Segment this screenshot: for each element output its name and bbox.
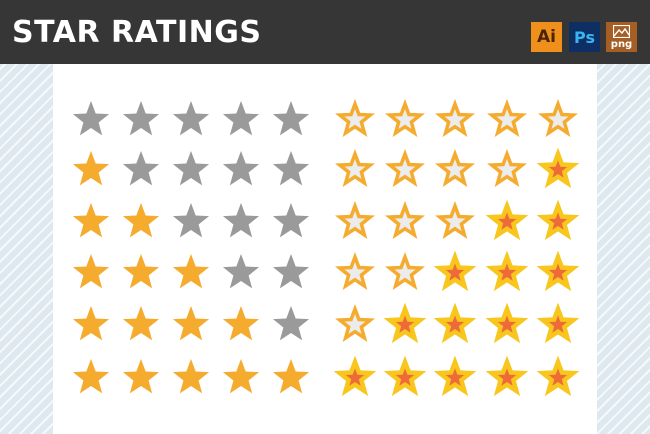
empty-star-icon xyxy=(172,151,210,186)
empty-outline-star-icon xyxy=(335,149,375,187)
filled-star-icon xyxy=(172,359,210,394)
empty-outline-star-icon xyxy=(487,99,527,137)
filled-star-icon xyxy=(72,359,110,394)
filled-star-icon xyxy=(272,359,310,394)
empty-star-icon xyxy=(122,151,160,186)
empty-outline-star-icon xyxy=(435,99,475,137)
filled-outline-star-icon xyxy=(383,302,427,344)
filled-star-icon xyxy=(72,151,110,186)
filled-outline-star-icon xyxy=(485,250,529,292)
filled-star-icon xyxy=(122,203,160,238)
filled-outline-star-icon xyxy=(333,355,377,397)
empty-outline-star-icon xyxy=(538,99,578,137)
filled-star-icon xyxy=(72,254,110,289)
empty-star-icon xyxy=(172,101,210,136)
empty-star-icon xyxy=(272,203,310,238)
empty-outline-star-icon xyxy=(385,149,425,187)
empty-outline-star-icon xyxy=(335,304,375,342)
empty-outline-star-icon xyxy=(335,252,375,290)
empty-star-icon xyxy=(122,101,160,136)
empty-star-icon xyxy=(222,101,260,136)
filled-star-icon xyxy=(222,306,260,341)
filled-outline-star-icon xyxy=(433,355,477,397)
empty-outline-star-icon xyxy=(385,252,425,290)
filled-outline-star-icon xyxy=(536,302,580,344)
empty-star-icon xyxy=(222,203,260,238)
empty-outline-star-icon xyxy=(335,201,375,239)
filled-outline-star-icon xyxy=(433,250,477,292)
empty-star-icon xyxy=(272,306,310,341)
filled-outline-star-icon xyxy=(433,302,477,344)
empty-outline-star-icon xyxy=(385,99,425,137)
empty-outline-star-icon xyxy=(385,201,425,239)
empty-star-icon xyxy=(72,101,110,136)
empty-star-icon xyxy=(272,254,310,289)
filled-outline-star-icon xyxy=(536,199,580,241)
empty-star-icon xyxy=(272,151,310,186)
filled-star-icon xyxy=(122,359,160,394)
filled-star-icon xyxy=(72,203,110,238)
empty-outline-star-icon xyxy=(487,149,527,187)
filled-outline-star-icon xyxy=(485,355,529,397)
filled-star-icon xyxy=(122,306,160,341)
filled-outline-star-icon xyxy=(536,147,580,189)
empty-star-icon xyxy=(222,151,260,186)
empty-star-icon xyxy=(172,203,210,238)
filled-outline-star-icon xyxy=(383,355,427,397)
filled-star-icon xyxy=(222,359,260,394)
star-grid xyxy=(72,99,580,397)
empty-outline-star-icon xyxy=(335,99,375,137)
empty-star-icon xyxy=(272,101,310,136)
empty-star-icon xyxy=(222,254,260,289)
filled-outline-star-icon xyxy=(536,250,580,292)
empty-outline-star-icon xyxy=(435,201,475,239)
empty-outline-star-icon xyxy=(435,149,475,187)
filled-outline-star-icon xyxy=(536,355,580,397)
filled-star-icon xyxy=(72,306,110,341)
filled-star-icon xyxy=(172,306,210,341)
filled-star-icon xyxy=(172,254,210,289)
filled-star-icon xyxy=(122,254,160,289)
filled-outline-star-icon xyxy=(485,199,529,241)
filled-outline-star-icon xyxy=(485,302,529,344)
